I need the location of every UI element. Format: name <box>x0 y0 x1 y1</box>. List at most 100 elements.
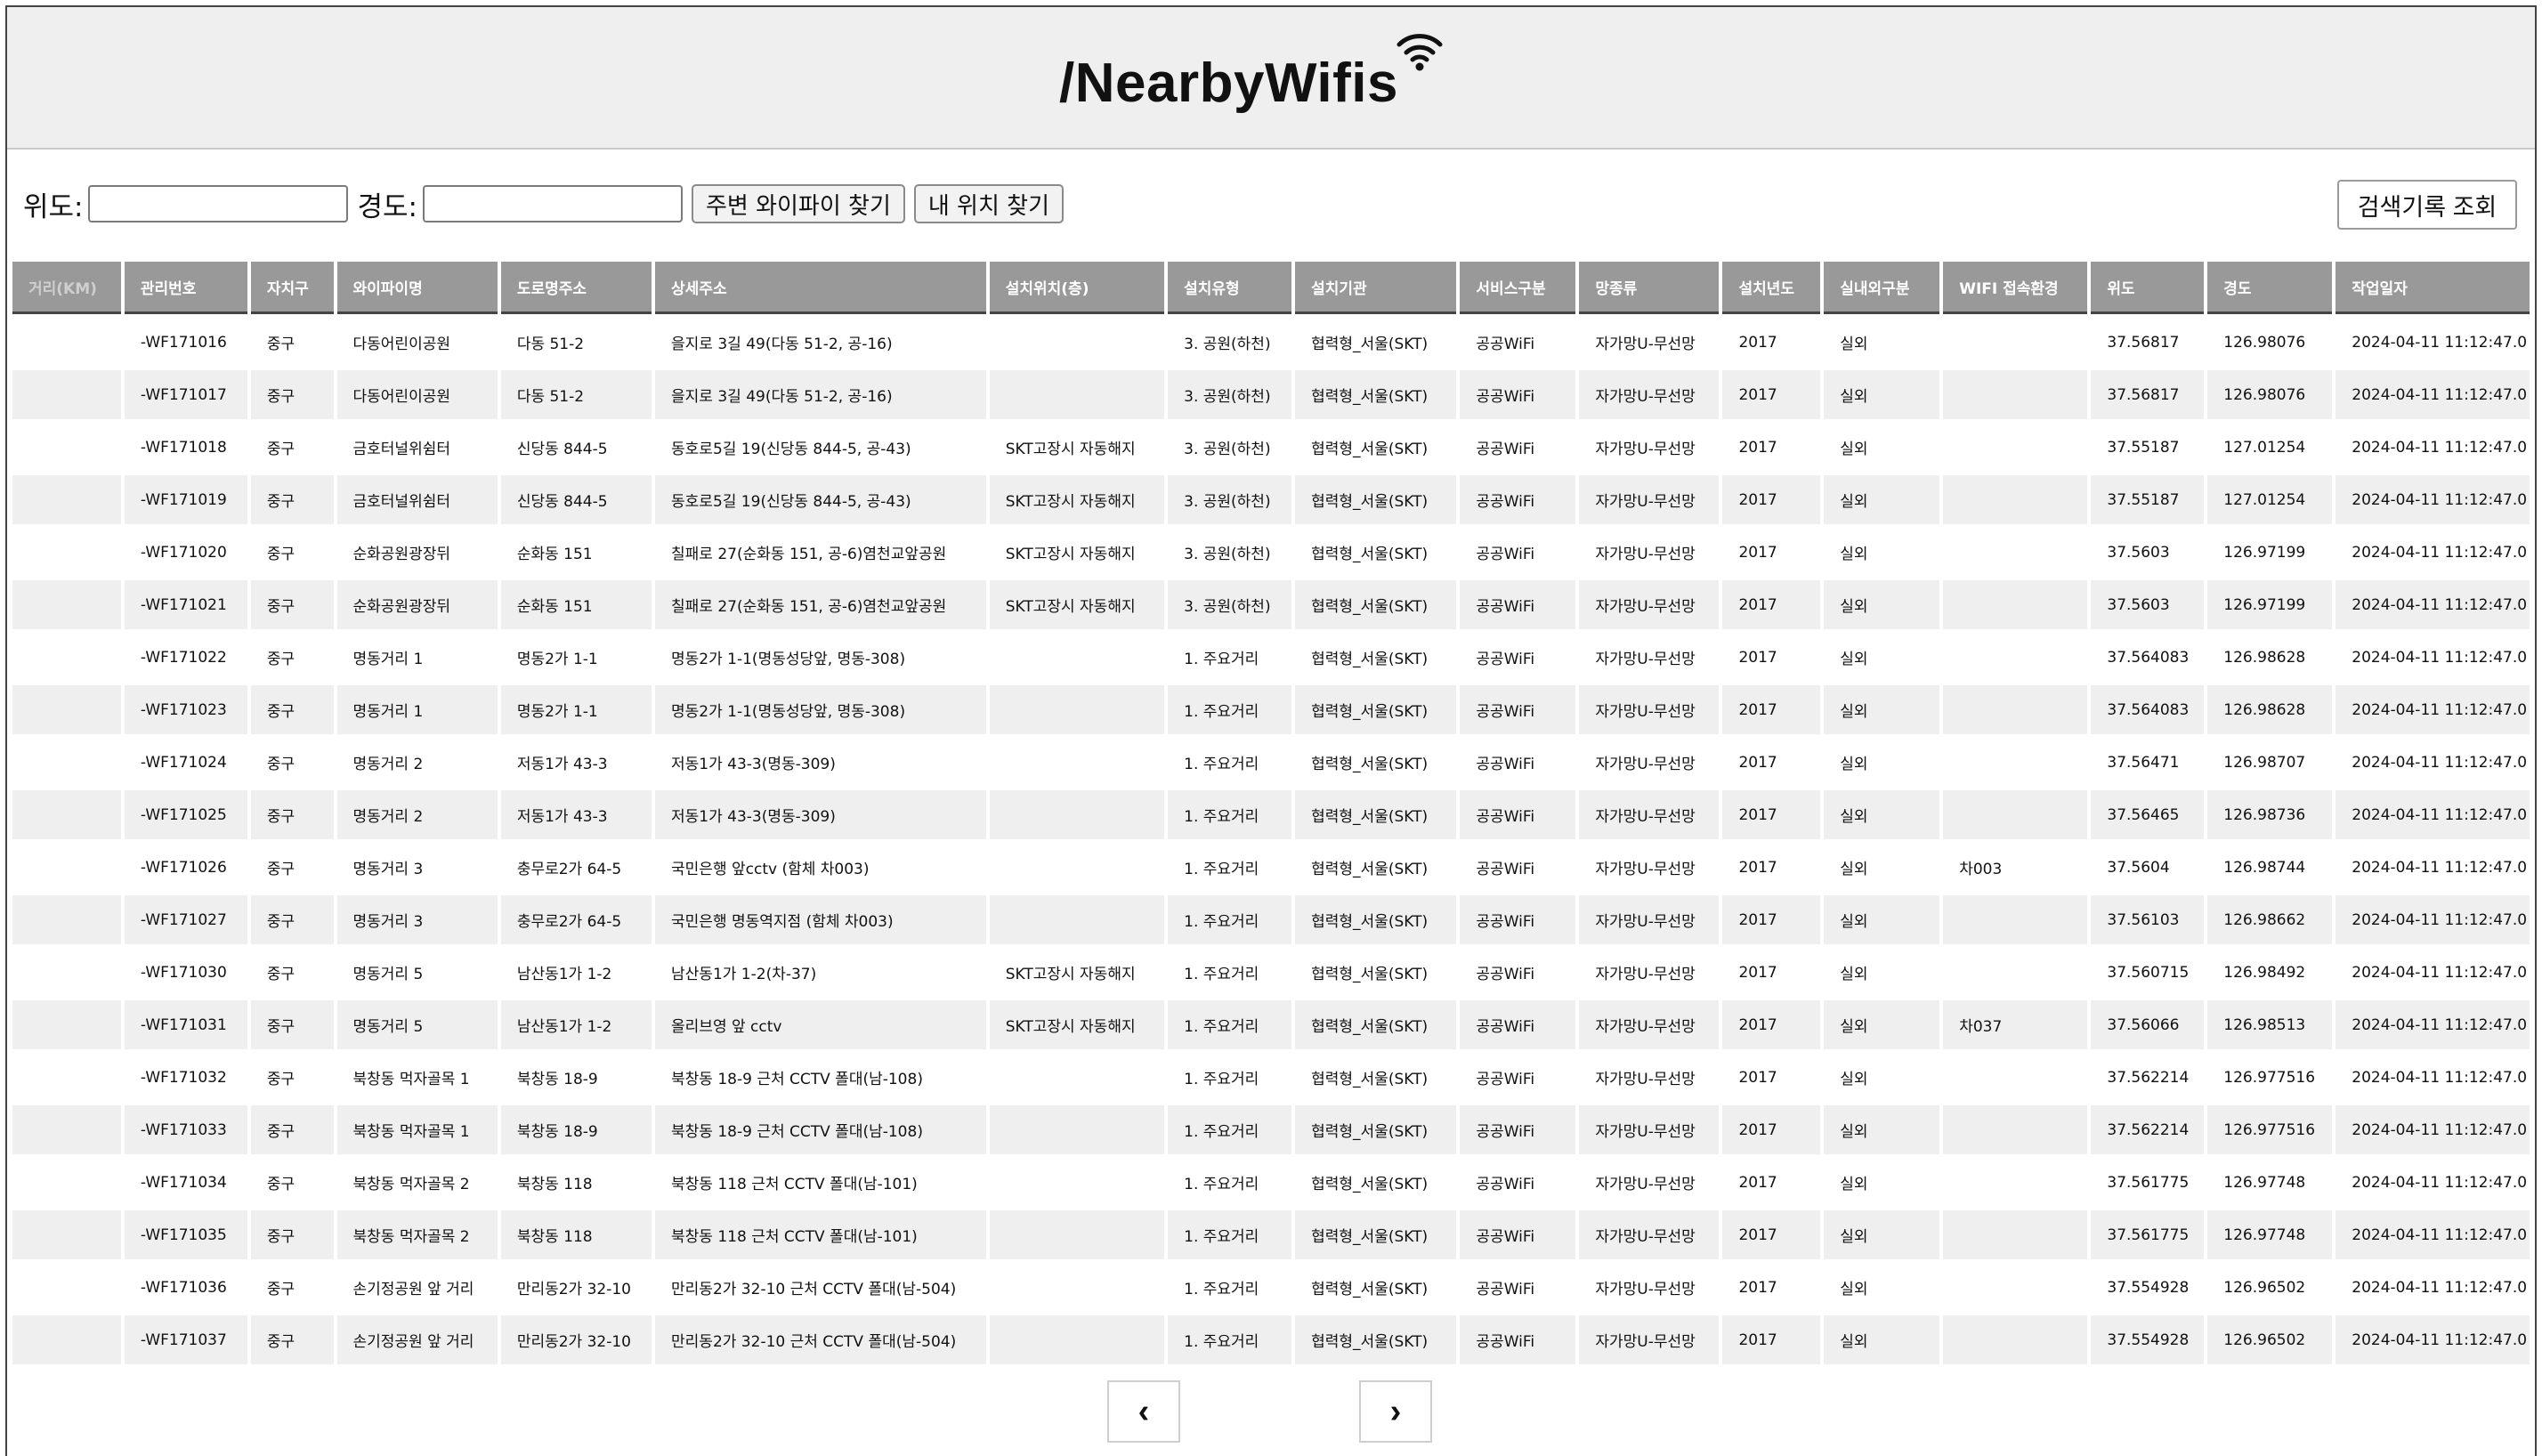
cell-work-date: 2024-04-11 11:12:47.0 <box>2336 370 2530 419</box>
cell-wifi-name: 손기정공원 앞 거리 <box>336 1315 498 1364</box>
cell-work-date: 2024-04-11 11:12:47.0 <box>2336 528 2530 577</box>
cell-detail-address: 을지로 3길 49(다동 51-2, 공-16) <box>655 370 986 419</box>
cell-longitude: 126.97748 <box>2207 1158 2333 1207</box>
cell-service-type: 공공WiFi <box>1460 843 1576 892</box>
cell-road-address: 충무로2가 64-5 <box>500 843 652 892</box>
longitude-input[interactable] <box>422 185 683 222</box>
cell-install-agency: 협력형_서울(SKT) <box>1295 318 1457 367</box>
cell-work-date: 2024-04-11 11:12:47.0 <box>2336 843 2530 892</box>
latitude-label: 위도: <box>23 190 84 223</box>
cell-longitude: 126.96502 <box>2207 1263 2333 1312</box>
cell-wifi-name: 북창동 먹자골목 1 <box>336 1053 498 1102</box>
cell-district: 중구 <box>250 948 334 997</box>
cell-longitude: 126.977516 <box>2207 1105 2333 1154</box>
cell-management-no: -WF171027 <box>124 895 247 944</box>
cell-district: 중구 <box>250 1000 334 1049</box>
cell-longitude: 126.98076 <box>2207 318 2333 367</box>
table-row: -WF171021 중구 순화공원광장뒤 순화동 151 칠패로 27(순화동 151,… <box>12 580 2530 629</box>
cell-distance <box>12 1263 121 1312</box>
my-location-button[interactable]: 내 위치 찾기 <box>913 184 1064 223</box>
cell-install-type: 1. 주요거리 <box>1168 1105 1292 1154</box>
cell-service-type: 공공WiFi <box>1460 318 1576 367</box>
cell-management-no: -WF171032 <box>124 1053 247 1102</box>
cell-road-address: 북창동 18-9 <box>500 1105 652 1154</box>
cell-install-year: 2017 <box>1722 423 1821 472</box>
cell-detail-address: 만리동2가 32-10 근처 CCTV 폴대(남-504) <box>655 1315 986 1364</box>
cell-indoor-outdoor: 실외 <box>1824 475 1940 524</box>
cell-service-type: 공공WiFi <box>1460 475 1576 524</box>
cell-indoor-outdoor: 실외 <box>1824 1000 1940 1049</box>
cell-district: 중구 <box>250 475 334 524</box>
cell-wifi-env: 차037 <box>1943 1000 2088 1049</box>
cell-indoor-outdoor: 실외 <box>1824 423 1940 472</box>
cell-wifi-env <box>1943 423 2088 472</box>
cell-detail-address: 북창동 118 근처 CCTV 폴대(남-101) <box>655 1210 986 1259</box>
table-row: -WF171026 중구 명동거리 3 충무로2가 64-5 국민은행 앞cctv (함… <box>12 843 2530 892</box>
cell-install-type: 1. 주요거리 <box>1168 1158 1292 1207</box>
cell-detail-address: 을지로 3길 49(다동 51-2, 공-16) <box>655 318 986 367</box>
cell-management-no: -WF171031 <box>124 1000 247 1049</box>
column-header-work-date: 작업일자 <box>2336 262 2530 314</box>
prev-page-button[interactable]: ‹ <box>1107 1380 1180 1443</box>
cell-service-type: 공공WiFi <box>1460 633 1576 682</box>
cell-service-type: 공공WiFi <box>1460 1105 1576 1154</box>
cell-distance <box>12 633 121 682</box>
cell-wifi-name: 금호터널위쉼터 <box>336 475 498 524</box>
search-history-button[interactable]: 검색기록 조회 <box>2337 180 2517 230</box>
cell-install-agency: 협력형_서울(SKT) <box>1295 633 1457 682</box>
cell-management-no: -WF171020 <box>124 528 247 577</box>
cell-longitude: 127.01254 <box>2207 475 2333 524</box>
cell-district: 중구 <box>250 685 334 734</box>
cell-install-year: 2017 <box>1722 318 1821 367</box>
cell-management-no: -WF171023 <box>124 685 247 734</box>
cell-latitude: 37.56103 <box>2091 895 2205 944</box>
cell-latitude: 37.564083 <box>2091 633 2205 682</box>
cell-latitude: 37.561775 <box>2091 1210 2205 1259</box>
cell-install-floor <box>989 1105 1165 1154</box>
column-header-road-address: 도로명주소 <box>500 262 652 314</box>
cell-work-date: 2024-04-11 11:12:47.0 <box>2336 423 2530 472</box>
cell-wifi-name: 북창동 먹자골목 2 <box>336 1210 498 1259</box>
cell-detail-address: 만리동2가 32-10 근처 CCTV 폴대(남-504) <box>655 1263 986 1312</box>
cell-road-address: 명동2가 1-1 <box>500 685 652 734</box>
cell-indoor-outdoor: 실외 <box>1824 1158 1940 1207</box>
cell-indoor-outdoor: 실외 <box>1824 1105 1940 1154</box>
cell-wifi-name: 명동거리 3 <box>336 843 498 892</box>
cell-install-agency: 협력형_서울(SKT) <box>1295 1105 1457 1154</box>
cell-wifi-name: 명동거리 2 <box>336 790 498 839</box>
cell-indoor-outdoor: 실외 <box>1824 318 1940 367</box>
next-page-button[interactable]: › <box>1359 1380 1432 1443</box>
cell-road-address: 북창동 118 <box>500 1210 652 1259</box>
cell-service-type: 공공WiFi <box>1460 1158 1576 1207</box>
cell-district: 중구 <box>250 423 334 472</box>
cell-install-year: 2017 <box>1722 1263 1821 1312</box>
latitude-input[interactable] <box>88 185 349 222</box>
cell-wifi-env <box>1943 948 2088 997</box>
find-nearby-wifi-button[interactable]: 주변 와이파이 찾기 <box>691 184 905 223</box>
cell-service-type: 공공WiFi <box>1460 1315 1576 1364</box>
cell-detail-address: 명동2가 1-1(명동성당앞, 명동-308) <box>655 685 986 734</box>
cell-network-type: 자가망U-무선망 <box>1579 370 1720 419</box>
column-header-install-agency: 설치기관 <box>1295 262 1457 314</box>
cell-install-agency: 협력형_서울(SKT) <box>1295 370 1457 419</box>
cell-install-floor <box>989 1158 1165 1207</box>
cell-install-floor: SKT고장시 자동해지 <box>989 475 1165 524</box>
cell-latitude: 37.56066 <box>2091 1000 2205 1049</box>
table-row: -WF171016 중구 다동어린이공원 다동 51-2 을지로 3길 49(다동 51… <box>12 318 2530 367</box>
table-row: -WF171027 중구 명동거리 3 충무로2가 64-5 국민은행 명동역지점 (함… <box>12 895 2530 944</box>
cell-install-type: 1. 주요거리 <box>1168 1263 1292 1312</box>
cell-service-type: 공공WiFi <box>1460 790 1576 839</box>
cell-install-year: 2017 <box>1722 580 1821 629</box>
cell-wifi-name: 다동어린이공원 <box>336 318 498 367</box>
cell-district: 중구 <box>250 738 334 787</box>
cell-install-year: 2017 <box>1722 1315 1821 1364</box>
cell-indoor-outdoor: 실외 <box>1824 1263 1940 1312</box>
app-title[interactable]: /NearbyWifis <box>1059 52 1398 115</box>
cell-work-date: 2024-04-11 11:12:47.0 <box>2336 1158 2530 1207</box>
cell-latitude: 37.560715 <box>2091 948 2205 997</box>
cell-install-type: 3. 공원(하천) <box>1168 580 1292 629</box>
cell-install-year: 2017 <box>1722 685 1821 734</box>
cell-district: 중구 <box>250 790 334 839</box>
cell-wifi-env: 차003 <box>1943 843 2088 892</box>
column-header-install-type: 설치유형 <box>1168 262 1292 314</box>
